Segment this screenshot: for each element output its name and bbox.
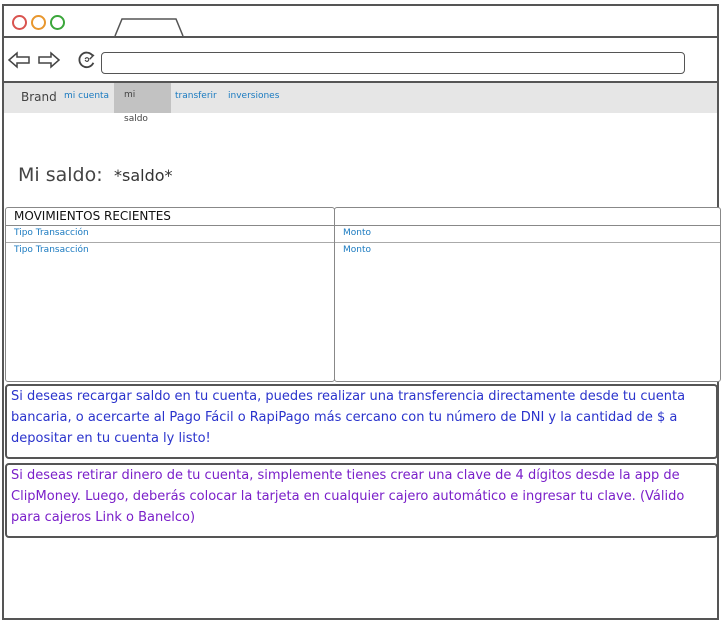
table-row[interactable]: Tipo Transacción <box>6 226 334 243</box>
minimize-window-icon[interactable] <box>31 15 46 30</box>
back-arrow-icon[interactable] <box>7 50 31 70</box>
url-input[interactable] <box>101 52 685 74</box>
nav-item-inversiones[interactable]: inversiones <box>228 91 279 101</box>
movements-title: MOVIMIENTOS RECIENTES <box>6 208 334 226</box>
movements-table-amount: Monto Monto <box>334 207 721 382</box>
browser-window: Brand mi cuenta mi saldo transferir inve… <box>2 4 721 620</box>
nav-item-mi-saldo[interactable]: mi saldo <box>114 83 171 124</box>
page-title: Mi saldo: <box>18 164 103 186</box>
table-row[interactable]: Tipo Transacción <box>6 243 334 260</box>
close-window-icon[interactable] <box>12 15 27 30</box>
brand-logo[interactable]: Brand <box>21 90 57 104</box>
maximize-window-icon[interactable] <box>50 15 65 30</box>
forward-arrow-icon[interactable] <box>37 50 61 70</box>
movements-table-type: MOVIMIENTOS RECIENTES Tipo Transacción T… <box>5 207 335 382</box>
browser-tab[interactable] <box>114 18 184 36</box>
reload-icon[interactable] <box>76 50 98 70</box>
withdraw-info-box: Si deseas retirar dinero de tu cuenta, s… <box>5 463 718 538</box>
nav-menu: Brand mi cuenta mi saldo transferir inve… <box>4 83 717 124</box>
balance-value: *saldo* <box>114 166 173 185</box>
nav-item-transferir[interactable]: transferir <box>175 91 217 101</box>
title-bar <box>4 6 717 38</box>
movements-header-blank <box>335 208 720 226</box>
recharge-info-box: Si deseas recargar saldo en tu cuenta, p… <box>5 384 718 459</box>
table-row[interactable]: Monto <box>335 243 720 260</box>
nav-item-mi-cuenta[interactable]: mi cuenta <box>64 91 109 101</box>
table-row[interactable]: Monto <box>335 226 720 243</box>
address-bar-row <box>4 38 717 83</box>
